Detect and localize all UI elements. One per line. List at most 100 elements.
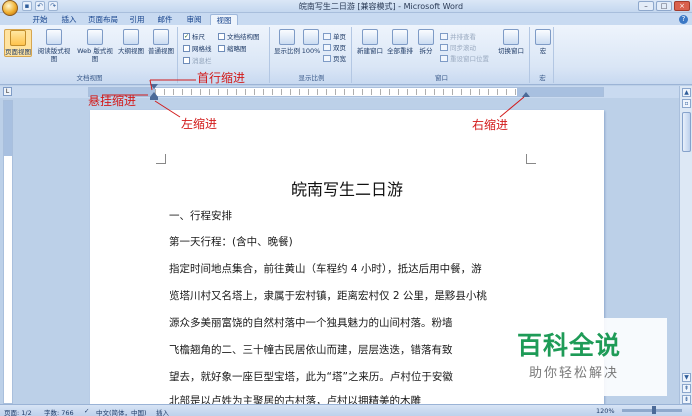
annotation-right-indent: 右缩进 — [472, 118, 509, 132]
ruler-toggle-icon[interactable]: ▫ — [682, 99, 691, 108]
minimize-button[interactable]: – — [638, 1, 654, 11]
group-label-macros: 宏 — [539, 74, 546, 82]
page-width-button[interactable]: 页宽 — [323, 53, 346, 63]
right-indent-marker[interactable] — [522, 92, 530, 97]
zoom-100-button[interactable]: 100% — [301, 29, 321, 55]
title-bar: ▪ ↶ ↷ 皖南写生二日游 [兼容模式] - Microsoft Word – … — [0, 0, 692, 16]
zoom-slider-knob[interactable] — [652, 406, 656, 414]
tab-review[interactable]: 审阅 — [180, 14, 208, 25]
tab-view[interactable]: 视图 — [210, 14, 238, 25]
magnifier-icon — [279, 29, 295, 45]
doc-line-2: 第一天行程：(含中、晚餐) — [169, 236, 293, 248]
two-pages-icon — [323, 43, 331, 51]
checkmark-icon: ✓ — [183, 32, 190, 40]
group-label-zoom: 显示比例 — [298, 74, 325, 82]
vertical-scrollbar[interactable]: ▲ ▫ ▼ ⇞ ⇟ — [679, 86, 692, 404]
group-macros: 宏 宏 — [532, 27, 554, 83]
tab-selector[interactable]: L — [3, 87, 12, 96]
tab-insert[interactable]: 插入 — [56, 14, 82, 25]
help-icon[interactable]: ? — [679, 15, 688, 24]
annotation-first-indent: 首行缩进 — [197, 71, 246, 85]
crop-mark-left — [156, 154, 166, 164]
macro-icon — [535, 29, 551, 45]
ruler-ticks — [155, 89, 517, 95]
two-pages-button[interactable]: 双页 — [323, 42, 346, 52]
web-layout-button[interactable]: Web 版式视图 — [75, 29, 115, 63]
doc-line-7: 望去，就好象一座巨型宝塔，此为“塔”之来历。卢村位于安徽 — [169, 371, 453, 383]
view-side-by-side-button[interactable]: 并排查看 — [440, 31, 476, 41]
scroll-thumb[interactable] — [682, 112, 691, 152]
arrange-all-button[interactable]: 全部重排 — [386, 29, 414, 55]
outline-icon — [123, 29, 139, 45]
scroll-down-icon[interactable]: ▼ — [682, 373, 691, 382]
outline-button[interactable]: 大纲视图 — [117, 29, 145, 55]
zoom-level[interactable]: 120% — [596, 407, 615, 415]
watermark-title: 百科全说 — [517, 331, 622, 360]
macros-button[interactable]: 宏 — [534, 29, 552, 55]
arrange-all-icon — [392, 29, 408, 45]
new-window-icon — [362, 29, 378, 45]
doc-line-6: 飞檐翘角的二、三十幢古民居依山而建，层层迭迭，错落有致 — [169, 344, 453, 356]
print-layout-button[interactable]: 页面视图 — [4, 29, 32, 57]
previous-page-icon[interactable]: ⇞ — [682, 384, 691, 393]
side-by-side-icon — [440, 32, 448, 40]
proofing-icon[interactable]: ✓ — [84, 407, 89, 415]
ribbon: 页面视图 阅读版式视图 Web 版式视图 大纲视图 普通视图 文档视图 ✓ 标尺 … — [0, 25, 692, 85]
reset-position-icon — [440, 54, 448, 62]
word-count[interactable]: 字数: 766 — [44, 407, 74, 416]
group-label-window: 窗口 — [435, 74, 448, 82]
first-line-indent-marker[interactable] — [150, 84, 158, 89]
left-indent-marker[interactable] — [150, 97, 158, 100]
maximize-button[interactable]: □ — [656, 1, 672, 11]
switch-windows-button[interactable]: 切换窗口 — [496, 29, 526, 55]
next-page-icon[interactable]: ⇟ — [682, 395, 691, 404]
watermark: 百科全说 助你轻松解决 — [507, 318, 667, 396]
crop-mark-right — [526, 154, 536, 164]
zoom-button[interactable]: 显示比例 — [274, 29, 300, 55]
document-map-checkbox[interactable]: 文档结构图 — [218, 31, 260, 41]
globe-icon — [87, 29, 103, 45]
tab-mailings[interactable]: 邮件 — [152, 14, 178, 25]
split-icon — [418, 29, 434, 45]
insert-mode[interactable]: 插入 — [156, 407, 169, 416]
ribbon-tabs: 开始 插入 页面布局 引用 邮件 审阅 视图 ? — [0, 13, 692, 25]
close-button[interactable]: × — [674, 1, 690, 11]
tab-home[interactable]: 开始 — [26, 14, 54, 25]
doc-line-8: 北部是以卢姓为主聚居的古村落，卢村以拥精美的木雕 — [169, 395, 421, 404]
watermark-subtitle: 助你轻松解决 — [529, 366, 620, 381]
one-page-button[interactable]: 单页 — [323, 31, 346, 41]
draft-icon — [153, 29, 169, 45]
synchronous-scrolling-button[interactable]: 同步滚动 — [440, 42, 476, 52]
window-title: 皖南写生二日游 [兼容模式] - Microsoft Word — [298, 2, 464, 11]
one-page-icon — [323, 32, 331, 40]
group-document-views: 页面视图 阅读版式视图 Web 版式视图 大纲视图 普通视图 文档视图 — [2, 27, 178, 83]
scroll-up-icon[interactable]: ▲ — [682, 88, 691, 97]
split-button[interactable]: 拆分 — [416, 29, 436, 55]
ruler-checkbox[interactable]: ✓ 标尺 — [183, 31, 205, 41]
sync-scroll-icon — [440, 43, 448, 51]
annotation-hanging-indent: 悬挂缩进 — [88, 94, 137, 108]
document-title: 皖南写生二日游 — [290, 180, 403, 199]
reset-window-position-button[interactable]: 重设窗口位置 — [440, 53, 489, 63]
doc-line-1: 一、行程安排 — [169, 210, 232, 222]
vertical-ruler[interactable] — [3, 100, 13, 404]
reading-view-icon — [46, 29, 62, 45]
thumbnails-checkbox[interactable]: 缩略图 — [218, 43, 247, 53]
zoom-100-icon — [303, 29, 319, 45]
gridlines-checkbox[interactable]: 网格线 — [183, 43, 212, 53]
switch-windows-icon — [503, 29, 519, 45]
zoom-slider[interactable] — [622, 406, 682, 414]
tab-page-layout[interactable]: 页面布局 — [84, 14, 122, 25]
language-indicator[interactable]: 中文(简体，中国) — [96, 407, 147, 416]
office-button[interactable] — [2, 0, 18, 16]
page-count[interactable]: 页面: 1/2 — [4, 407, 32, 416]
message-bar-checkbox[interactable]: 消息栏 — [183, 55, 212, 65]
page-view-icon — [10, 30, 26, 46]
doc-line-4: 览塔川村又名塔上，隶属于宏村镇，距离宏村仅 2 公里，是黟县小桃 — [169, 290, 487, 302]
tab-references[interactable]: 引用 — [124, 14, 150, 25]
doc-line-5: 源众多美丽富饶的自然村落中一个独具魅力的山间村落。粉墙 — [169, 317, 453, 329]
full-screen-reading-button[interactable]: 阅读版式视图 — [35, 29, 73, 63]
draft-button[interactable]: 普通视图 — [147, 29, 175, 55]
vertical-ruler-margin — [4, 101, 12, 156]
new-window-button[interactable]: 新建窗口 — [356, 29, 384, 55]
